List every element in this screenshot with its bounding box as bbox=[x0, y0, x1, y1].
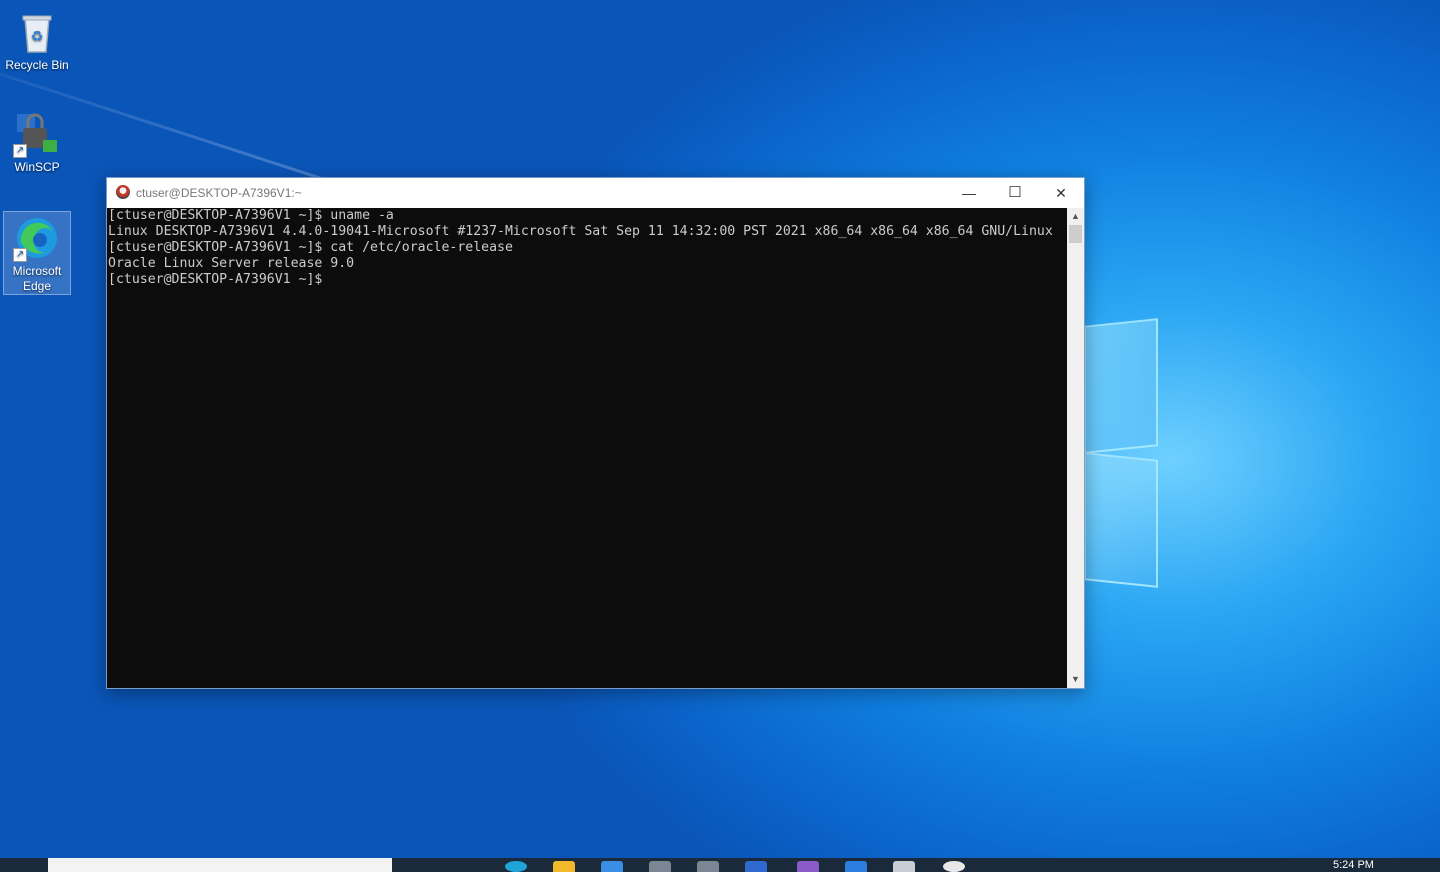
desktop-icon-winscp[interactable]: ↗ WinSCP bbox=[4, 110, 70, 175]
terminal-app-icon bbox=[116, 185, 130, 199]
taskbar-file-explorer-icon[interactable] bbox=[553, 861, 575, 872]
terminal-line: [ctuser@DESKTOP-A7396V1 ~]$ cat /etc/ora… bbox=[108, 240, 513, 255]
winscp-icon: ↗ bbox=[13, 110, 61, 158]
taskbar-app-icon[interactable] bbox=[893, 861, 915, 872]
desktop-icon-microsoft-edge[interactable]: ↗ Microsoft Edge bbox=[3, 211, 71, 295]
taskbar-app-icon[interactable] bbox=[943, 861, 965, 872]
title-bar[interactable]: ctuser@DESKTOP-A7396V1:~ — ☐ ✕ bbox=[107, 178, 1084, 208]
terminal-line: Linux DESKTOP-A7396V1 4.4.0-19041-Micros… bbox=[108, 224, 1053, 239]
desktop-icon-label: Recycle Bin bbox=[5, 58, 69, 72]
scroll-thumb[interactable] bbox=[1069, 225, 1082, 243]
taskbar-app-icon[interactable] bbox=[797, 861, 819, 872]
shortcut-arrow-icon: ↗ bbox=[13, 144, 27, 158]
terminal-line: Oracle Linux Server release 9.0 bbox=[108, 256, 355, 271]
taskbar-app-icon[interactable] bbox=[745, 861, 767, 872]
terminal-line: [ctuser@DESKTOP-A7396V1 ~]$ uname -a bbox=[108, 208, 394, 223]
taskbar-app-icon[interactable] bbox=[697, 861, 719, 872]
taskbar-edge-icon[interactable] bbox=[505, 861, 527, 872]
desktop-icon-label: Microsoft Edge bbox=[12, 264, 62, 293]
svg-text:♻: ♻ bbox=[31, 29, 44, 45]
maximize-button[interactable]: ☐ bbox=[992, 178, 1038, 208]
recycle-bin-icon: ♻ bbox=[13, 8, 61, 56]
taskbar: 5:24 PM bbox=[0, 858, 1440, 872]
edge-icon: ↗ bbox=[13, 214, 61, 262]
terminal-prompt-line: [ctuser@DESKTOP-A7396V1 ~]$ bbox=[108, 272, 323, 287]
close-button[interactable]: ✕ bbox=[1038, 178, 1084, 208]
minimize-button[interactable]: — bbox=[946, 178, 992, 208]
taskbar-app-icon[interactable] bbox=[649, 861, 671, 872]
vertical-scrollbar[interactable]: ▲ ▼ bbox=[1067, 208, 1084, 688]
taskbar-search-box[interactable] bbox=[48, 858, 392, 872]
window-title: ctuser@DESKTOP-A7396V1:~ bbox=[136, 186, 302, 200]
desktop-icon-recycle-bin[interactable]: ♻ Recycle Bin bbox=[4, 8, 70, 73]
terminal-window[interactable]: ctuser@DESKTOP-A7396V1:~ — ☐ ✕ [ctuser@D… bbox=[106, 177, 1085, 689]
taskbar-clock[interactable]: 5:24 PM bbox=[1333, 859, 1374, 871]
taskbar-app-icon[interactable] bbox=[845, 861, 867, 872]
terminal-output[interactable]: [ctuser@DESKTOP-A7396V1 ~]$ uname -a Lin… bbox=[107, 208, 1067, 688]
scroll-up-arrow-icon[interactable]: ▲ bbox=[1067, 208, 1084, 225]
scroll-down-arrow-icon[interactable]: ▼ bbox=[1067, 671, 1084, 688]
taskbar-store-icon[interactable] bbox=[601, 861, 623, 872]
shortcut-arrow-icon: ↗ bbox=[13, 248, 27, 262]
desktop-icon-label: WinSCP bbox=[14, 160, 60, 174]
